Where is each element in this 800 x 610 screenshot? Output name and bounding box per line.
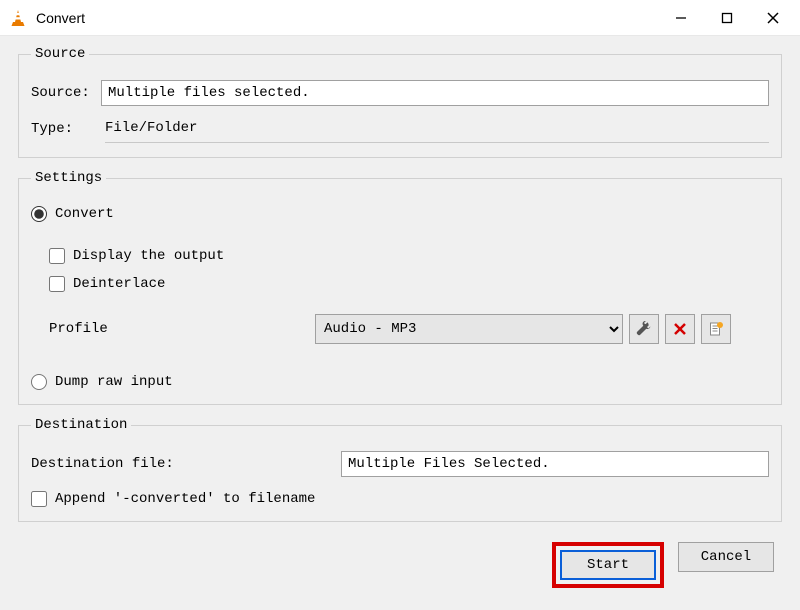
destination-legend: Destination: [31, 417, 131, 433]
destination-file-input[interactable]: [341, 451, 769, 477]
source-group: Source Source: Type: File/Folder: [18, 46, 782, 158]
maximize-icon: [721, 12, 733, 24]
append-converted-row[interactable]: Append '-converted' to filename: [31, 491, 769, 507]
display-output-row[interactable]: Display the output: [49, 248, 769, 264]
start-button[interactable]: Start: [560, 550, 656, 580]
delete-profile-button[interactable]: [665, 314, 695, 344]
convert-radio-label: Convert: [55, 206, 114, 222]
display-output-label: Display the output: [73, 248, 224, 264]
source-input[interactable]: [101, 80, 769, 106]
button-bar: Start Cancel: [18, 534, 782, 588]
type-value: File/Folder: [105, 120, 769, 143]
new-document-icon: [708, 321, 724, 337]
dump-raw-label: Dump raw input: [55, 374, 173, 390]
title-bar: Convert: [0, 0, 800, 36]
vlc-cone-icon: [8, 8, 28, 28]
cancel-button[interactable]: Cancel: [678, 542, 774, 572]
settings-group: Settings Convert Display the output Dein…: [18, 170, 782, 405]
dialog-body: Source Source: Type: File/Folder Setting…: [0, 36, 800, 610]
display-output-checkbox[interactable]: [49, 248, 65, 264]
profile-row: Profile Audio - MP3: [49, 314, 769, 344]
close-icon: [766, 11, 780, 25]
window-controls: [658, 0, 796, 36]
destination-group: Destination Destination file: Append '-c…: [18, 417, 782, 522]
convert-dialog: Convert Source Source: Type: File/Folder: [0, 0, 800, 610]
deinterlace-label: Deinterlace: [73, 276, 165, 292]
wrench-icon: [636, 321, 652, 337]
deinterlace-row[interactable]: Deinterlace: [49, 276, 769, 292]
deinterlace-checkbox[interactable]: [49, 276, 65, 292]
close-button[interactable]: [750, 0, 796, 36]
minimize-icon: [675, 12, 687, 24]
source-label: Source:: [31, 85, 101, 101]
source-legend: Source: [31, 46, 89, 62]
convert-radio[interactable]: [31, 206, 47, 222]
dump-raw-radio[interactable]: [31, 374, 47, 390]
maximize-button[interactable]: [704, 0, 750, 36]
window-title: Convert: [36, 10, 658, 26]
append-converted-label: Append '-converted' to filename: [55, 491, 315, 507]
edit-profile-button[interactable]: [629, 314, 659, 344]
append-converted-checkbox[interactable]: [31, 491, 47, 507]
type-label: Type:: [31, 121, 101, 143]
profile-label: Profile: [49, 321, 309, 337]
destination-file-label: Destination file:: [31, 456, 341, 472]
settings-legend: Settings: [31, 170, 106, 186]
new-profile-button[interactable]: [701, 314, 731, 344]
dump-raw-row[interactable]: Dump raw input: [31, 374, 769, 390]
profile-select[interactable]: Audio - MP3: [315, 314, 623, 344]
delete-x-icon: [673, 322, 687, 336]
convert-radio-row[interactable]: Convert: [31, 206, 769, 222]
start-button-highlight: Start: [552, 542, 664, 588]
minimize-button[interactable]: [658, 0, 704, 36]
